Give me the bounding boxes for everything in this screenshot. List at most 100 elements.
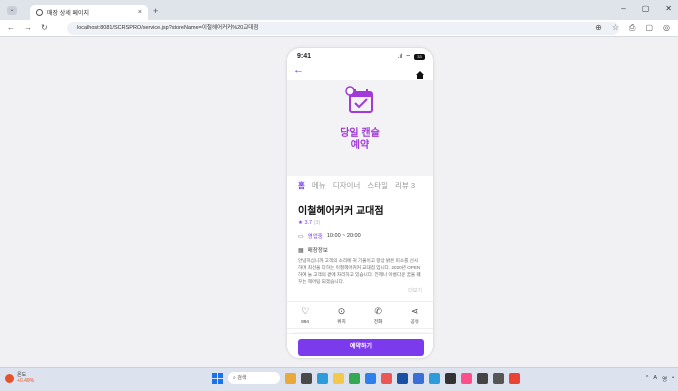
reload-icon[interactable]: ↻ bbox=[41, 23, 48, 32]
widgets-app-icon[interactable] bbox=[285, 372, 296, 384]
weather-icon bbox=[5, 373, 14, 383]
address-toolbar: ← → ↻ localhost:8081/SCRSPRO/service.jsp… bbox=[0, 20, 678, 176]
print-icon[interactable]: ⎙ bbox=[629, 23, 635, 33]
location-label: 위치 bbox=[337, 319, 346, 324]
favicon-icon bbox=[36, 9, 43, 16]
zoom-icon[interactable]: ⊕ bbox=[595, 23, 602, 33]
app-icon-cyan[interactable] bbox=[429, 372, 440, 384]
tab-designer[interactable]: 디자이너 bbox=[333, 180, 361, 194]
calendar-icon: ▭ bbox=[298, 233, 304, 240]
call-label: 전화 bbox=[373, 319, 383, 324]
open-status: 영업중 bbox=[307, 234, 323, 240]
wifi-icon: ⌔ bbox=[405, 55, 411, 61]
back-arrow-icon[interactable]: ← bbox=[7, 23, 15, 32]
profile-icon[interactable]: ◎ bbox=[663, 23, 670, 33]
store-info-label: 매장정보 bbox=[307, 248, 328, 254]
business-hours: 10:00 ~ 20:00 bbox=[326, 233, 361, 239]
store-icon: ▦ bbox=[298, 247, 304, 254]
phone-status-bar: 9:41 .ıl ⌔ 33 bbox=[287, 48, 433, 66]
phone-frame: 9:41 .ıl ⌔ 33 ← 당일 캔슬 예약 홈 메뉴 디자이너 스타일 리… bbox=[286, 47, 434, 359]
location-pin-icon: ⊙ bbox=[337, 306, 346, 316]
task-view-icon[interactable] bbox=[301, 372, 312, 384]
app-icon-blue[interactable] bbox=[413, 372, 424, 384]
tab-menu[interactable]: 메뉴 bbox=[312, 180, 326, 194]
toolbar-right: ⊕ ☆ ⎙ ▢ ◎ bbox=[595, 23, 670, 33]
vscode-icon[interactable] bbox=[397, 372, 408, 384]
os-taskbar: 온도 +0.49% ⌕ 검색 ^ A 영 • bbox=[0, 367, 678, 391]
calendar-cancel-logo-icon bbox=[344, 86, 378, 120]
app-icon-red[interactable] bbox=[381, 372, 392, 384]
store-info-section: 이철헤어커커 교대점 ★ 3.7 (3) ▭ 영업중 10:00 ~ 20:00… bbox=[287, 196, 433, 294]
weather-widget[interactable]: 온도 +0.49% bbox=[5, 372, 34, 384]
minimize-button[interactable]: – bbox=[621, 4, 625, 13]
weather-text: 온도 +0.49% bbox=[17, 372, 34, 384]
app-icon-dark[interactable] bbox=[477, 372, 488, 384]
tray-expand-icon[interactable]: ^ bbox=[646, 375, 649, 383]
rating-value: ★ 3.7 bbox=[298, 220, 313, 226]
like-count: 894 bbox=[301, 319, 309, 324]
bottom-bar: 예약하기 bbox=[287, 333, 433, 358]
page-viewport: 9:41 .ıl ⌔ 33 ← 당일 캔슬 예약 홈 메뉴 디자이너 스타일 리… bbox=[0, 37, 678, 367]
browser-tab[interactable]: 매장 상세 페이지 × bbox=[30, 5, 148, 20]
action-buttons: ♡ 894 ⊙ 위치 ✆ 전화 ⋖ 공유 bbox=[287, 301, 433, 329]
logo-title-line2: 예약 bbox=[350, 140, 370, 151]
location-button[interactable]: ⊙ 위치 bbox=[337, 302, 345, 328]
close-window-button[interactable]: ✕ bbox=[665, 4, 672, 13]
nav-buttons: ← → ↻ bbox=[7, 23, 48, 32]
edge-browser-icon[interactable] bbox=[317, 372, 328, 384]
new-tab-button[interactable]: + bbox=[153, 6, 158, 16]
url-input[interactable]: localhost:8081/SCRSPRO/service.jsp?store… bbox=[67, 22, 619, 176]
windows-start-icon[interactable] bbox=[212, 372, 223, 384]
store-app-icon[interactable] bbox=[365, 372, 376, 384]
app-icon-pink[interactable] bbox=[461, 372, 472, 384]
tab-style[interactable]: 스타일 bbox=[367, 180, 388, 194]
language-icon[interactable]: 영 bbox=[662, 375, 667, 383]
signal-icon: .ıl bbox=[397, 54, 403, 60]
store-name: 이철헤어커커 교대점 bbox=[298, 206, 384, 217]
url-text: localhost:8081/SCRSPRO/service.jsp?store… bbox=[77, 25, 259, 31]
tab-title: 매장 상세 페이지 bbox=[47, 11, 89, 17]
app-icon-gray[interactable] bbox=[493, 372, 504, 384]
tab-home[interactable]: 홈 bbox=[298, 180, 305, 194]
more-link[interactable]: 더보기 bbox=[408, 287, 422, 294]
share-icon: ⋖ bbox=[410, 306, 419, 316]
tab-close-button[interactable]: × bbox=[138, 9, 142, 16]
taskbar-apps: ⌕ 검색 bbox=[212, 372, 520, 384]
bookmark-star-icon[interactable]: ☆ bbox=[612, 23, 619, 33]
share-button[interactable]: ⋖ 공유 bbox=[410, 302, 418, 328]
phone-icon: ✆ bbox=[374, 306, 382, 316]
window-controls: – ▢ ✕ bbox=[621, 4, 672, 13]
share-label: 공유 bbox=[410, 319, 419, 324]
store-hero-banner: 당일 캔슬 예약 bbox=[287, 80, 433, 176]
heart-icon: ♡ bbox=[301, 306, 310, 316]
app-nav-bar: ← bbox=[287, 64, 433, 79]
tab-menu-button[interactable]: ⌄ bbox=[7, 6, 17, 15]
store-info-row: ▦ 매장정보 bbox=[298, 246, 422, 255]
store-rating: ★ 3.7 (3) bbox=[298, 220, 422, 226]
search-placeholder: 검색 bbox=[237, 375, 247, 381]
rating-count: (3) bbox=[313, 220, 321, 226]
call-button[interactable]: ✆ 전화 bbox=[374, 302, 382, 328]
chrome-browser-icon[interactable] bbox=[349, 372, 360, 384]
browser-tab-strip: ⌄ 매장 상세 페이지 × + – ▢ ✕ bbox=[0, 0, 678, 20]
system-tray: ^ A 영 • bbox=[646, 375, 674, 383]
tab-review[interactable]: 리뷰 3 bbox=[395, 180, 415, 194]
temperature-change: +0.49% bbox=[17, 378, 35, 384]
battery-icon: 33 bbox=[414, 54, 425, 60]
store-description: 안녕하십니까 고객의 소리에 귀 기울이고 항상 밝은 미소를 선사하며 최선을… bbox=[298, 258, 421, 284]
ime-icon[interactable]: A bbox=[653, 375, 657, 383]
status-time: 9:41 bbox=[297, 53, 312, 60]
chrome-alt-icon[interactable] bbox=[509, 372, 520, 384]
back-arrow-icon[interactable]: ← bbox=[293, 64, 304, 76]
terminal-icon[interactable] bbox=[445, 372, 456, 384]
file-explorer-icon[interactable] bbox=[333, 372, 344, 384]
store-tabs: 홈 메뉴 디자이너 스타일 리뷰 3 bbox=[287, 180, 433, 194]
reserve-button[interactable]: 예약하기 bbox=[298, 339, 424, 356]
notification-icon[interactable]: • bbox=[672, 375, 674, 383]
forward-arrow-icon[interactable]: → bbox=[24, 23, 32, 32]
extensions-icon[interactable]: ▢ bbox=[645, 23, 653, 33]
maximize-button[interactable]: ▢ bbox=[642, 4, 650, 13]
status-icons: .ıl ⌔ 33 bbox=[398, 53, 425, 61]
taskbar-search-input[interactable]: ⌕ 검색 bbox=[228, 372, 280, 384]
like-button[interactable]: ♡ 894 bbox=[301, 302, 309, 328]
